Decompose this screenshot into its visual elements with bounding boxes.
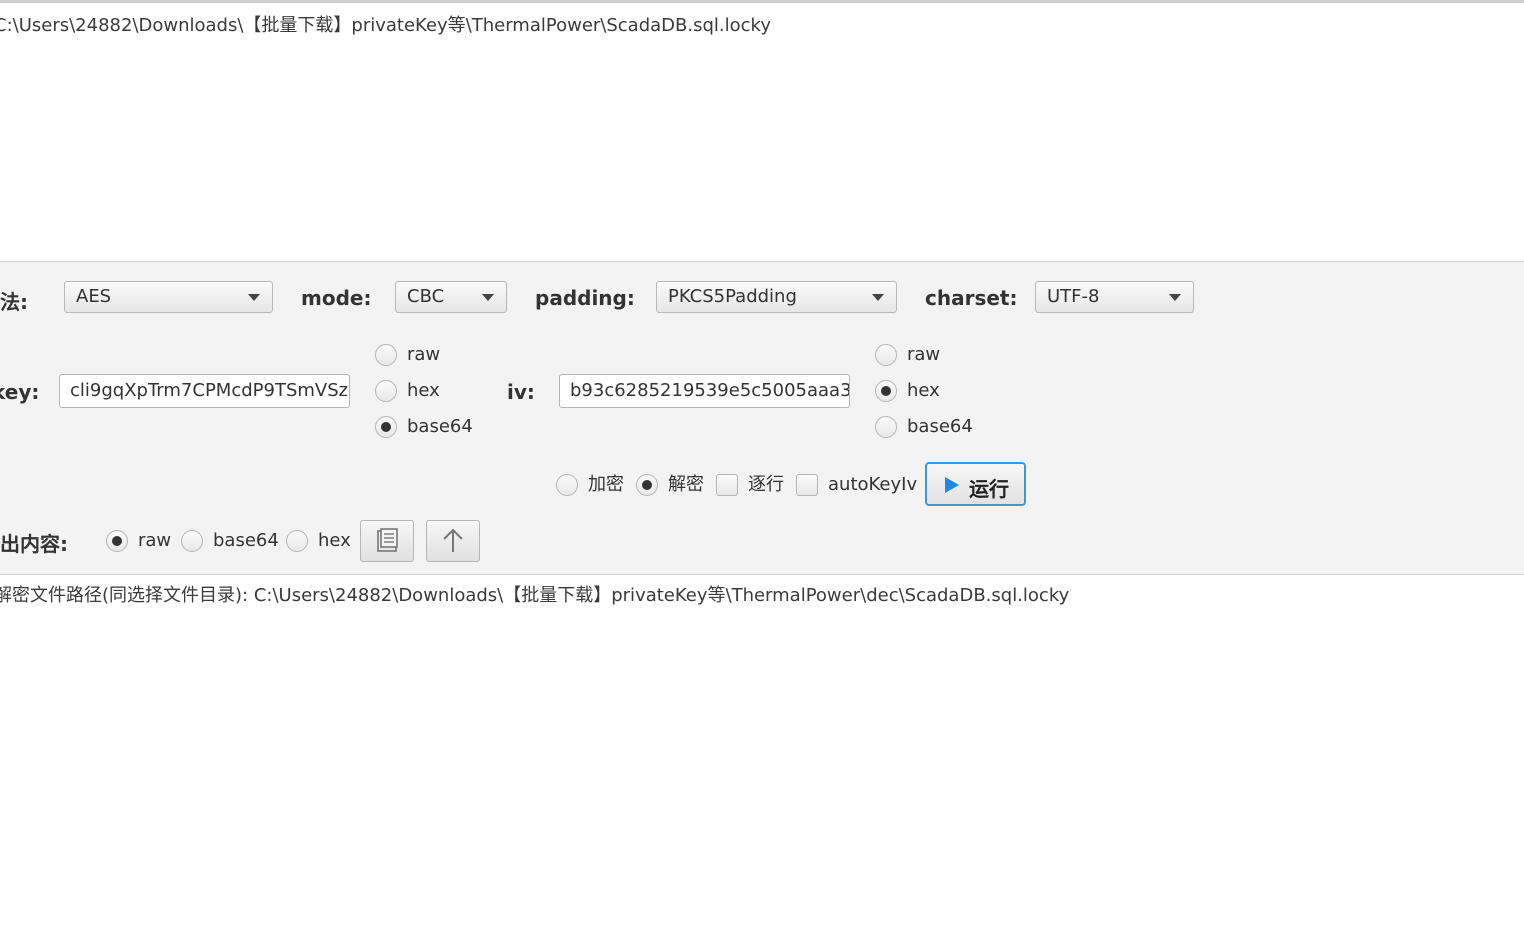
radio-button[interactable] bbox=[556, 474, 578, 496]
radio-label: 解密 bbox=[668, 474, 704, 495]
run-button[interactable]: 运行 bbox=[925, 462, 1026, 506]
iv-input[interactable]: b93c6285219539e5c5005aaa3a bbox=[559, 374, 850, 408]
radio-button-selected[interactable] bbox=[875, 380, 897, 402]
checkbox[interactable] bbox=[796, 474, 818, 496]
radio-button-selected[interactable] bbox=[106, 530, 128, 552]
output-label: 输出内容: bbox=[0, 532, 68, 556]
algorithm-select[interactable]: AES bbox=[64, 281, 273, 313]
result-file-path: 解密文件路径(同选择文件目录): C:\Users\24882\Download… bbox=[0, 585, 1070, 606]
run-button-label: 运行 bbox=[969, 477, 1009, 501]
padding-label: padding: bbox=[535, 286, 635, 310]
radio-label: base64 bbox=[407, 416, 473, 437]
radio-button[interactable] bbox=[375, 380, 397, 402]
charset-select[interactable]: UTF-8 bbox=[1035, 281, 1194, 313]
radio-label: base64 bbox=[213, 530, 279, 551]
padding-select[interactable]: PKCS5Padding bbox=[656, 281, 897, 313]
checkbox[interactable] bbox=[716, 474, 738, 496]
checkbox-label: 逐行 bbox=[748, 474, 784, 495]
chevron-down-icon bbox=[248, 294, 260, 301]
radio-label: raw bbox=[407, 344, 441, 365]
radio-label: raw bbox=[138, 530, 172, 551]
input-file-path: C:\Users\24882\Downloads\【批量下载】privateKe… bbox=[0, 15, 771, 36]
settings-panel: 算法: AES mode: CBC padding: PKCS5Padding … bbox=[0, 261, 1524, 575]
radio-label: 加密 bbox=[588, 474, 624, 495]
radio-button-selected[interactable] bbox=[375, 416, 397, 438]
charset-label: charset: bbox=[925, 286, 1018, 310]
radio-label: base64 bbox=[907, 416, 973, 437]
radio-label: hex bbox=[407, 380, 440, 401]
radio-label: raw bbox=[907, 344, 941, 365]
radio-button-selected[interactable] bbox=[636, 474, 658, 496]
algorithm-label: 算法: bbox=[0, 290, 28, 314]
padding-value: PKCS5Padding bbox=[668, 286, 797, 307]
radio-button[interactable] bbox=[375, 344, 397, 366]
play-icon bbox=[945, 477, 959, 493]
key-label: key: bbox=[0, 380, 40, 404]
radio-label: hex bbox=[318, 530, 351, 551]
chevron-down-icon bbox=[482, 294, 494, 301]
radio-button[interactable] bbox=[286, 530, 308, 552]
chevron-down-icon bbox=[1169, 294, 1181, 301]
arrow-up-icon bbox=[443, 528, 463, 552]
radio-label: hex bbox=[907, 380, 940, 401]
input-text-area[interactable]: C:\Users\24882\Downloads\【批量下载】privateKe… bbox=[0, 3, 1524, 261]
move-up-button[interactable] bbox=[426, 520, 480, 562]
copy-button[interactable] bbox=[360, 520, 414, 562]
radio-button[interactable] bbox=[875, 416, 897, 438]
iv-label: iv: bbox=[507, 380, 535, 404]
copy-icon bbox=[377, 528, 398, 552]
charset-value: UTF-8 bbox=[1047, 286, 1100, 307]
key-input[interactable]: cli9gqXpTrm7CPMcdP9TSmVSz bbox=[59, 374, 350, 408]
radio-button[interactable] bbox=[181, 530, 203, 552]
radio-button[interactable] bbox=[875, 344, 897, 366]
chevron-down-icon bbox=[872, 294, 884, 301]
checkbox-label: autoKeyIv bbox=[828, 474, 918, 495]
algorithm-value: AES bbox=[76, 286, 112, 307]
mode-select[interactable]: CBC bbox=[395, 281, 507, 313]
mode-label: mode: bbox=[301, 286, 372, 310]
mode-value: CBC bbox=[407, 286, 445, 307]
